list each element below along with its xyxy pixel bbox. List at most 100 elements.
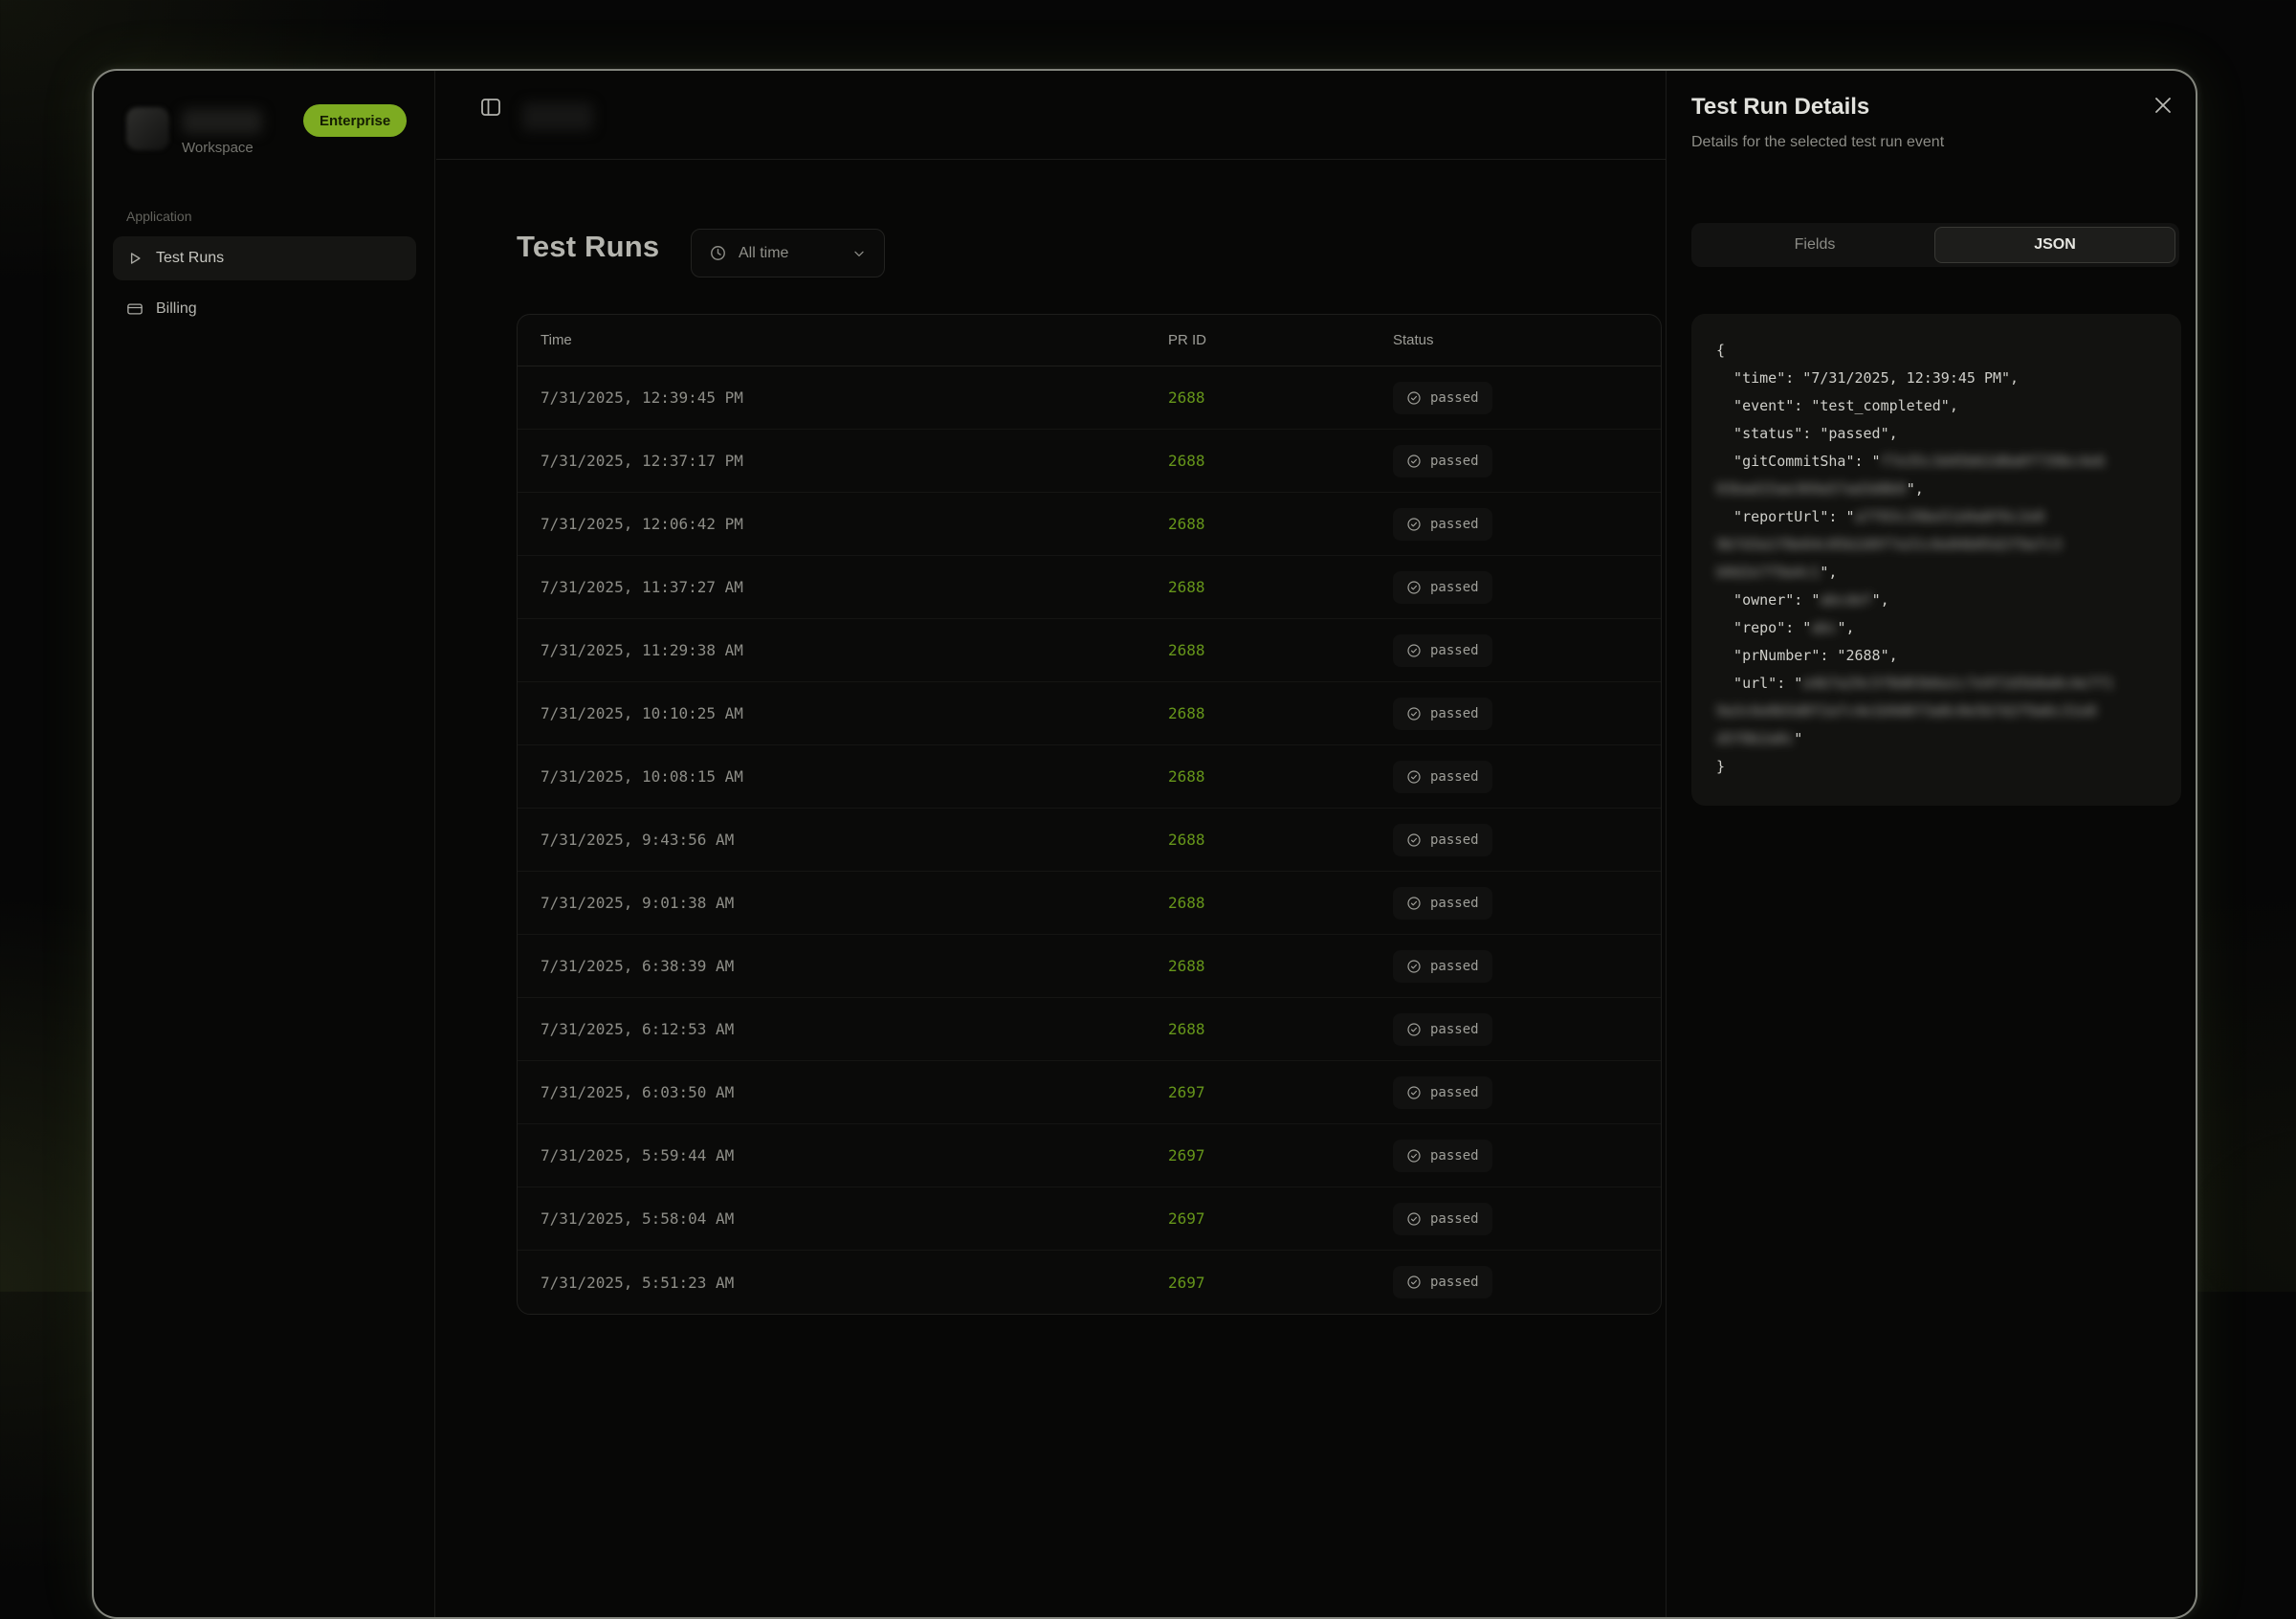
cell-pr-id: 2688 — [1168, 767, 1393, 786]
code-line: 9a3c6e0b5d8f2a7c4e1b9d6f3a8c0e5b7d2f9a6c… — [1716, 698, 2156, 725]
sidebar-item-test-runs[interactable]: Test Runs — [113, 236, 416, 280]
detail-panel: Test Run Details Details for the selecte… — [1666, 71, 2197, 1617]
cell-time: 7/31/2025, 5:51:23 AM — [518, 1274, 1168, 1292]
code-line: "time": "7/31/2025, 12:39:45 PM", — [1716, 365, 2156, 392]
cell-status: passed — [1393, 1266, 1661, 1298]
cell-status: passed — [1393, 1076, 1661, 1109]
code-line: 03bad15ae369a57ad3d8b9", — [1716, 476, 2156, 503]
code-line: "event": "test_completed", — [1716, 392, 2156, 420]
play-icon — [126, 250, 144, 267]
panel-left-icon — [479, 96, 502, 119]
table-row[interactable]: 7/31/2025, 6:03:50 AM 2697 passed — [518, 1061, 1661, 1124]
cell-pr-id: 2688 — [1168, 641, 1393, 659]
check-circle-icon — [1406, 1022, 1422, 1037]
cell-status: passed — [1393, 950, 1661, 983]
cell-time: 7/31/2025, 9:43:56 AM — [518, 831, 1168, 849]
table-row[interactable]: 7/31/2025, 12:37:17 PM 2688 passed — [518, 430, 1661, 493]
code-line: } — [1716, 753, 2156, 781]
check-circle-icon — [1406, 1148, 1422, 1164]
table-row[interactable]: 7/31/2025, 12:39:45 PM 2688 passed — [518, 366, 1661, 430]
cell-pr-id: 2688 — [1168, 452, 1393, 470]
json-code-block[interactable]: { "time": "7/31/2025, 12:39:45 PM", "eve… — [1691, 314, 2181, 806]
breadcrumb-redacted — [522, 102, 593, 131]
clock-icon — [709, 244, 727, 262]
panel-subtitle: Details for the selected test run event — [1691, 134, 1944, 151]
cell-pr-id: 2697 — [1168, 1209, 1393, 1228]
cell-pr-id: 2688 — [1168, 704, 1393, 722]
code-line: "reportUrl": "a7f03c29be51d4a8f6c2e0 — [1716, 503, 2156, 531]
table-row[interactable]: 7/31/2025, 9:01:38 AM 2688 passed — [518, 872, 1661, 935]
cell-pr-id: 2688 — [1168, 957, 1393, 975]
check-circle-icon — [1406, 1085, 1422, 1100]
sidebar-section-label: Application — [126, 209, 192, 224]
code-line: "url": "e4b7a29c5f8d03b6a1c7e9f2d5b8a0c4… — [1716, 670, 2156, 698]
check-circle-icon — [1406, 832, 1422, 848]
status-badge: passed — [1393, 887, 1492, 920]
check-circle-icon — [1406, 1275, 1422, 1290]
cell-time: 7/31/2025, 11:37:27 AM — [518, 578, 1168, 596]
cell-status: passed — [1393, 571, 1661, 604]
status-badge: passed — [1393, 382, 1492, 414]
table-row[interactable]: 7/31/2025, 6:38:39 AM 2688 passed — [518, 935, 1661, 998]
chevron-down-icon — [851, 246, 867, 261]
table-row[interactable]: 7/31/2025, 11:29:38 AM 2688 passed — [518, 619, 1661, 682]
cell-time: 7/31/2025, 9:01:38 AM — [518, 894, 1168, 912]
workspace-avatar[interactable] — [126, 107, 169, 150]
check-circle-icon — [1406, 454, 1422, 469]
time-filter-button[interactable]: All time — [691, 229, 885, 277]
table-row[interactable]: 7/31/2025, 5:58:04 AM 2697 passed — [518, 1187, 1661, 1251]
cell-time: 7/31/2025, 10:10:25 AM — [518, 704, 1168, 722]
app-window: Workspace Enterprise Application Test Ru… — [92, 69, 2197, 1619]
check-circle-icon — [1406, 580, 1422, 595]
cell-time: 7/31/2025, 12:06:42 PM — [518, 515, 1168, 533]
table-row[interactable]: 7/31/2025, 12:06:42 PM 2688 passed — [518, 493, 1661, 556]
table-row[interactable]: 7/31/2025, 6:12:53 AM 2688 passed — [518, 998, 1661, 1061]
cell-time: 7/31/2025, 6:12:53 AM — [518, 1020, 1168, 1038]
table-header: Time PR ID Status — [518, 315, 1661, 366]
table-row[interactable]: 7/31/2025, 11:37:27 AM 2688 passed — [518, 556, 1661, 619]
status-badge: passed — [1393, 571, 1492, 604]
sidebar-item-label: Billing — [156, 300, 197, 318]
cell-time: 7/31/2025, 5:59:44 AM — [518, 1146, 1168, 1164]
cell-status: passed — [1393, 1140, 1661, 1172]
main-area: Test Runs All time Time PR ID Status 7/3… — [436, 71, 1666, 1617]
status-badge: passed — [1393, 445, 1492, 477]
table-body: 7/31/2025, 12:39:45 PM 2688 passed 7/31/… — [518, 366, 1661, 1314]
cell-status: passed — [1393, 824, 1661, 856]
table-row[interactable]: 7/31/2025, 5:51:23 AM 2697 passed — [518, 1251, 1661, 1314]
credit-card-icon — [126, 300, 144, 318]
table-row[interactable]: 7/31/2025, 5:59:44 AM 2697 passed — [518, 1124, 1661, 1187]
cell-time: 7/31/2025, 6:38:39 AM — [518, 957, 1168, 975]
sidebar-item-billing[interactable]: Billing — [113, 287, 416, 331]
workspace-name-redacted — [182, 109, 262, 134]
sidebar-toggle-button[interactable] — [479, 96, 502, 119]
status-badge: passed — [1393, 634, 1492, 667]
code-line: 9b7d3a1f8e64c05b2d9f7a31c6e84b05d2f9a7c3 — [1716, 531, 2156, 559]
cell-time: 7/31/2025, 12:39:45 PM — [518, 388, 1168, 407]
time-filter-label: All time — [739, 245, 788, 262]
status-badge: passed — [1393, 508, 1492, 541]
cell-pr-id: 2688 — [1168, 1020, 1393, 1038]
sidebar: Workspace Enterprise Application Test Ru… — [94, 71, 435, 1617]
cell-time: 7/31/2025, 5:58:04 AM — [518, 1209, 1168, 1228]
status-badge: passed — [1393, 1266, 1492, 1298]
status-badge: passed — [1393, 1140, 1492, 1172]
table-row[interactable]: 7/31/2025, 9:43:56 AM 2688 passed — [518, 809, 1661, 872]
code-line: b0d2e7f9a4c1", — [1716, 559, 2156, 587]
table-row[interactable]: 7/31/2025, 10:08:15 AM 2688 passed — [518, 745, 1661, 809]
cell-time: 7/31/2025, 6:03:50 AM — [518, 1083, 1168, 1101]
table-row[interactable]: 7/31/2025, 10:10:25 AM 2688 passed — [518, 682, 1661, 745]
check-circle-icon — [1406, 643, 1422, 658]
tab-fields[interactable]: Fields — [1695, 227, 1934, 263]
check-circle-icon — [1406, 769, 1422, 785]
code-line: { — [1716, 337, 2156, 365]
view-tabs: Fields JSON — [1691, 223, 2179, 267]
close-button[interactable] — [2152, 94, 2175, 117]
tab-json[interactable]: JSON — [1934, 227, 2175, 263]
status-badge: passed — [1393, 1013, 1492, 1046]
cell-status: passed — [1393, 1203, 1661, 1235]
cell-pr-id: 2688 — [1168, 388, 1393, 407]
cell-time: 7/31/2025, 10:08:15 AM — [518, 767, 1168, 786]
column-header-time: Time — [518, 332, 1168, 348]
test-runs-table: Time PR ID Status 7/31/2025, 12:39:45 PM… — [517, 314, 1662, 1315]
